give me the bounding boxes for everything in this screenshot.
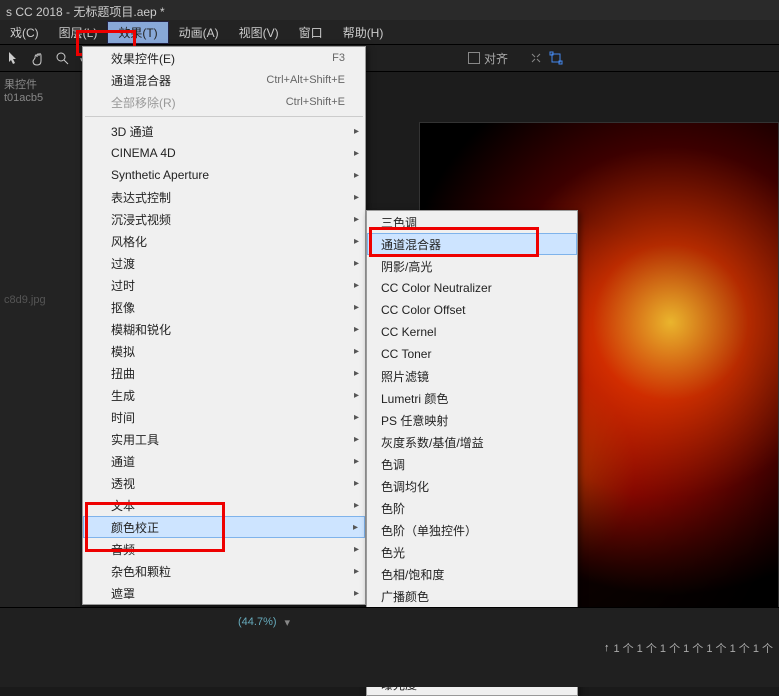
submenu-item-cc-color-neutralizer[interactable]: CC Color Neutralizer — [367, 277, 577, 299]
submenu-item-levels-individual[interactable]: 色阶（单独控件） — [367, 519, 577, 541]
submenu-item-broadcast-colors[interactable]: 广播颜色 — [367, 585, 577, 607]
menu-item-blur-sharpen[interactable]: 模糊和锐化 — [83, 318, 365, 340]
window-titlebar: s CC 2018 - 无标题项目.aep * — [0, 0, 779, 20]
menu-item-audio[interactable]: 音频 — [83, 538, 365, 560]
submenu-item-gamma-pedestal-gain[interactable]: 灰度系数/基值/增益 — [367, 431, 577, 453]
menu-item-perspective[interactable]: 透视 — [83, 472, 365, 494]
menu-view[interactable]: 视图(V) — [229, 22, 289, 43]
submenu-item-shadow-highlight[interactable]: 阴影/高光 — [367, 255, 577, 277]
menu-item-3d-channel[interactable]: 3D 通道 — [83, 120, 365, 142]
menu-item-immersive-video[interactable]: 沉浸式视频 — [83, 208, 365, 230]
tool-hand-icon[interactable] — [30, 50, 46, 66]
zoom-percentage[interactable]: (44.7%) — [238, 616, 277, 628]
menu-item-obsolete[interactable]: 过时 — [83, 274, 365, 296]
submenu-item-colorama[interactable]: 色光 — [367, 541, 577, 563]
menu-item-simulation[interactable]: 模拟 — [83, 340, 365, 362]
viewer-controls-bar: (44.7%) ▾ — [0, 608, 779, 636]
main-menu-bar: 戏(C) 图层(L) 效果(T) 动画(A) 视图(V) 窗口 帮助(H) — [0, 20, 779, 44]
align-checkbox[interactable] — [468, 52, 480, 64]
submenu-item-cc-color-offset[interactable]: CC Color Offset — [367, 299, 577, 321]
menu-item-effect-controls[interactable]: 效果控件(E)F3 — [83, 47, 365, 69]
menu-animation[interactable]: 动画(A) — [169, 22, 229, 43]
menu-item-noise-grain[interactable]: 杂色和颗粒 — [83, 560, 365, 582]
menu-item-utility[interactable]: 实用工具 — [83, 428, 365, 450]
menu-effect[interactable]: 效果(T) — [107, 21, 168, 44]
menu-item-channel[interactable]: 通道 — [83, 450, 365, 472]
submenu-item-hue-saturation[interactable]: 色相/饱和度 — [367, 563, 577, 585]
menu-item-channel-mixer-recent[interactable]: 通道混合器Ctrl+Alt+Shift+E — [83, 69, 365, 91]
menu-item-matte[interactable]: 遮罩 — [83, 582, 365, 604]
menu-item-synthetic-aperture[interactable]: Synthetic Aperture — [83, 164, 365, 186]
menu-item-transition[interactable]: 过渡 — [83, 252, 365, 274]
file-name-label: c8d9.jpg — [4, 294, 76, 306]
bounds-icon[interactable] — [548, 50, 564, 66]
timeline-counts: 1 个 1 个 1 个 1 个 1 个 1 个 1 个 — [613, 640, 773, 656]
menu-item-time[interactable]: 时间 — [83, 406, 365, 428]
submenu-item-cc-kernel[interactable]: CC Kernel — [367, 321, 577, 343]
timeline-panel: (44.7%) ▾ ↑ 1 个 1 个 1 个 1 个 1 个 1 个 1 个 — [0, 607, 779, 687]
submenu-item-tint[interactable]: 色调 — [367, 453, 577, 475]
menu-item-distort[interactable]: 扭曲 — [83, 362, 365, 384]
tool-selection-icon[interactable] — [6, 50, 22, 66]
menu-layer[interactable]: 图层(L) — [49, 22, 108, 43]
menu-item-remove-all: 全部移除(R)Ctrl+Shift+E — [83, 91, 365, 113]
menu-help[interactable]: 帮助(H) — [333, 22, 394, 43]
toolbar-align-group: 对齐 — [468, 50, 564, 67]
timeline-keyframe-arrows: ↑ — [604, 642, 610, 654]
timeline-markers-bar: ↑ 1 个 1 个 1 个 1 个 1 个 1 个 1 个 — [0, 636, 779, 660]
menu-window[interactable]: 窗口 — [289, 22, 333, 43]
submenu-item-lumetri-color[interactable]: Lumetri 颜色 — [367, 387, 577, 409]
submenu-item-channel-mixer[interactable]: 通道混合器 — [367, 233, 577, 255]
submenu-item-photo-filter[interactable]: 照片滤镜 — [367, 365, 577, 387]
tool-zoom-icon[interactable] — [54, 50, 70, 66]
align-label: 对齐 — [484, 50, 508, 67]
effect-controls-panel: 果控件 t01acb5 c8d9.jpg — [0, 72, 80, 607]
menu-separator — [85, 116, 363, 117]
menu-item-expression-controls[interactable]: 表达式控制 — [83, 186, 365, 208]
menu-item-stylize[interactable]: 风格化 — [83, 230, 365, 252]
submenu-item-levels[interactable]: 色阶 — [367, 497, 577, 519]
menu-edit-dropdown[interactable]: 戏(C) — [0, 22, 49, 43]
menu-item-keying[interactable]: 抠像 — [83, 296, 365, 318]
menu-item-cinema4d[interactable]: CINEMA 4D — [83, 142, 365, 164]
zoom-dropdown-icon[interactable]: ▾ — [285, 616, 291, 629]
menu-item-generate[interactable]: 生成 — [83, 384, 365, 406]
submenu-item-ps-arbitrary-map[interactable]: PS 任意映射 — [367, 409, 577, 431]
submenu-item-cc-toner[interactable]: CC Toner — [367, 343, 577, 365]
submenu-item-equalize[interactable]: 色调均化 — [367, 475, 577, 497]
menu-item-text[interactable]: 文本 — [83, 494, 365, 516]
panel-tab-label[interactable]: 果控件 t01acb5 — [4, 76, 76, 104]
submenu-item-tritone[interactable]: 三色调 — [367, 211, 577, 233]
menu-item-color-correction[interactable]: 颜色校正 — [83, 516, 365, 538]
snap-icon[interactable] — [528, 50, 544, 66]
effect-menu-dropdown: 效果控件(E)F3 通道混合器Ctrl+Alt+Shift+E 全部移除(R)C… — [82, 46, 366, 605]
